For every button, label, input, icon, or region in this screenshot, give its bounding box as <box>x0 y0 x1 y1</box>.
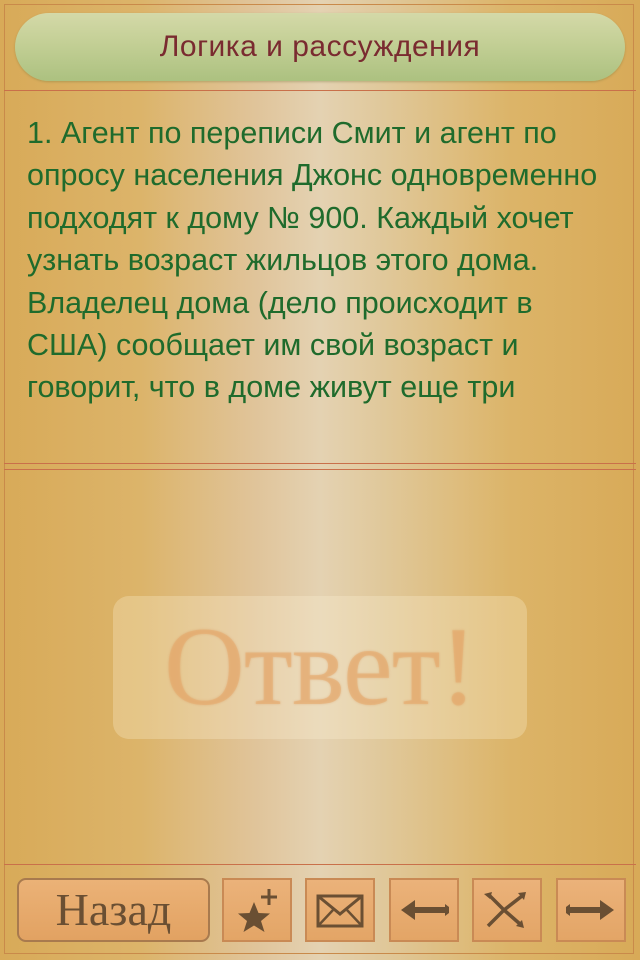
answer-button[interactable]: Ответ! <box>113 596 527 739</box>
envelope-icon <box>316 894 364 928</box>
random-button[interactable] <box>472 878 542 942</box>
next-button[interactable] <box>556 878 626 942</box>
back-button[interactable]: Назад <box>17 878 210 942</box>
page-title: Логика и рассуждения <box>159 30 481 63</box>
divider-middle-2 <box>4 469 636 470</box>
divider-top <box>4 90 636 91</box>
back-button-label: Назад <box>55 884 172 935</box>
email-button[interactable] <box>305 878 375 942</box>
shuffle-icon <box>484 892 526 928</box>
previous-button[interactable] <box>389 878 459 942</box>
header: Логика и рассуждения <box>0 0 640 90</box>
arrow-left-icon <box>401 900 449 920</box>
add-favorite-button[interactable] <box>222 878 292 942</box>
arrow-right-icon <box>566 900 614 920</box>
divider-bottom <box>4 864 636 865</box>
answer-label: Ответ! <box>163 605 477 729</box>
bottom-toolbar: Назад <box>0 866 640 960</box>
title-bar: Логика и рассуждения <box>15 13 625 81</box>
star-plus-icon <box>238 889 277 932</box>
question-text: 1. Агент по переписи Смит и агент по опр… <box>27 116 598 405</box>
divider-middle <box>4 463 636 464</box>
